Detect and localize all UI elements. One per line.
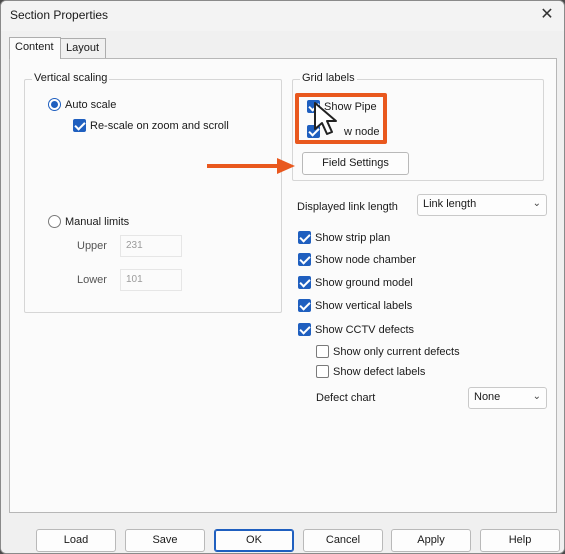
- ok-label: OK: [246, 534, 262, 546]
- link-length-select[interactable]: Link length ⌄: [417, 194, 547, 216]
- show-defect-labels-label: Show defect labels: [333, 365, 426, 378]
- show-cctv-defects-box[interactable]: [298, 323, 311, 336]
- rescale-checkbox[interactable]: Re-scale on zoom and scroll: [73, 119, 229, 132]
- manual-limits-radio[interactable]: Manual limits: [48, 215, 129, 228]
- auto-scale-radio[interactable]: Auto scale: [48, 98, 116, 111]
- show-cctv-defects-label: Show CCTV defects: [315, 323, 415, 336]
- show-node-chamber-checkbox[interactable]: Show node chamber: [298, 253, 416, 266]
- help-button[interactable]: Help: [480, 529, 560, 552]
- show-vertical-labels-box[interactable]: [298, 299, 311, 312]
- tab-content[interactable]: Content: [9, 37, 61, 59]
- show-current-defects-checkbox[interactable]: Show only current defects: [316, 345, 460, 358]
- show-ground-model-checkbox[interactable]: Show ground model: [298, 276, 413, 289]
- link-length-value: Link length: [423, 198, 477, 210]
- show-ground-model-box[interactable]: [298, 276, 311, 289]
- defect-chart-value: None: [474, 391, 501, 403]
- defect-chart-select[interactable]: None ⌄: [468, 387, 547, 409]
- section-properties-dialog: Section Properties ✕ Content Layout Vert…: [0, 0, 565, 554]
- tab-layout-label: Layout: [66, 42, 100, 54]
- vertical-scaling-title: Vertical scaling: [32, 72, 110, 84]
- close-icon[interactable]: ✕: [536, 4, 558, 26]
- upper-label: Upper: [77, 240, 107, 252]
- window-title: Section Properties: [10, 8, 109, 22]
- grid-labels-title: Grid labels: [300, 72, 357, 84]
- show-ground-model-label: Show ground model: [315, 276, 413, 289]
- lower-value: 101: [126, 274, 143, 285]
- cancel-label: Cancel: [325, 534, 361, 546]
- show-current-defects-box[interactable]: [316, 345, 329, 358]
- show-vertical-labels-checkbox[interactable]: Show vertical labels: [298, 299, 412, 312]
- help-label: Help: [508, 534, 532, 546]
- displayed-link-length-label: Displayed link length: [297, 201, 398, 213]
- lower-label: Lower: [77, 274, 107, 286]
- show-node-chamber-box[interactable]: [298, 253, 311, 266]
- manual-limits-radio-dot[interactable]: [48, 215, 61, 228]
- cancel-button[interactable]: Cancel: [303, 529, 383, 552]
- auto-scale-radio-dot[interactable]: [48, 98, 61, 111]
- save-button[interactable]: Save: [125, 529, 205, 552]
- manual-limits-label: Manual limits: [65, 215, 130, 228]
- show-strip-plan-box[interactable]: [298, 231, 311, 244]
- ok-button[interactable]: OK: [214, 529, 294, 552]
- defect-chart-label: Defect chart: [316, 392, 376, 404]
- show-cctv-defects-checkbox[interactable]: Show CCTV defects: [298, 323, 414, 336]
- rescale-checkbox-box[interactable]: [73, 119, 86, 132]
- chevron-down-icon: ⌄: [532, 198, 541, 209]
- annotation-highlight-box: [295, 93, 387, 144]
- show-defect-labels-box[interactable]: [316, 365, 329, 378]
- field-settings-button[interactable]: Field Settings: [302, 152, 409, 175]
- apply-label: Apply: [417, 534, 445, 546]
- chevron-down-icon: ⌄: [532, 391, 541, 402]
- show-current-defects-label: Show only current defects: [333, 345, 460, 358]
- field-settings-label: Field Settings: [322, 157, 389, 169]
- upper-value: 231: [126, 240, 143, 251]
- button-bar: Load Save OK Cancel Apply Help: [1, 517, 564, 553]
- upper-input[interactable]: 231: [120, 235, 182, 257]
- lower-input[interactable]: 101: [120, 269, 182, 291]
- show-vertical-labels-label: Show vertical labels: [315, 299, 413, 312]
- show-defect-labels-checkbox[interactable]: Show defect labels: [316, 365, 425, 378]
- apply-button[interactable]: Apply: [391, 529, 471, 552]
- show-strip-plan-label: Show strip plan: [315, 231, 391, 244]
- load-label: Load: [63, 534, 89, 546]
- title-bar: Section Properties ✕: [1, 1, 564, 31]
- save-label: Save: [152, 534, 178, 546]
- show-strip-plan-checkbox[interactable]: Show strip plan: [298, 231, 390, 244]
- arrow-right-icon: [207, 158, 295, 174]
- tab-content-label: Content: [15, 41, 54, 53]
- mouse-pointer-icon: [314, 102, 337, 135]
- auto-scale-label: Auto scale: [65, 98, 117, 111]
- load-button[interactable]: Load: [36, 529, 116, 552]
- vertical-scaling-group: Vertical scaling Auto scale Re-scale on …: [24, 72, 282, 313]
- tab-layout[interactable]: Layout: [61, 38, 106, 59]
- rescale-label: Re-scale on zoom and scroll: [90, 119, 229, 132]
- show-node-chamber-label: Show node chamber: [315, 253, 416, 266]
- content-tab-panel: Vertical scaling Auto scale Re-scale on …: [9, 58, 557, 513]
